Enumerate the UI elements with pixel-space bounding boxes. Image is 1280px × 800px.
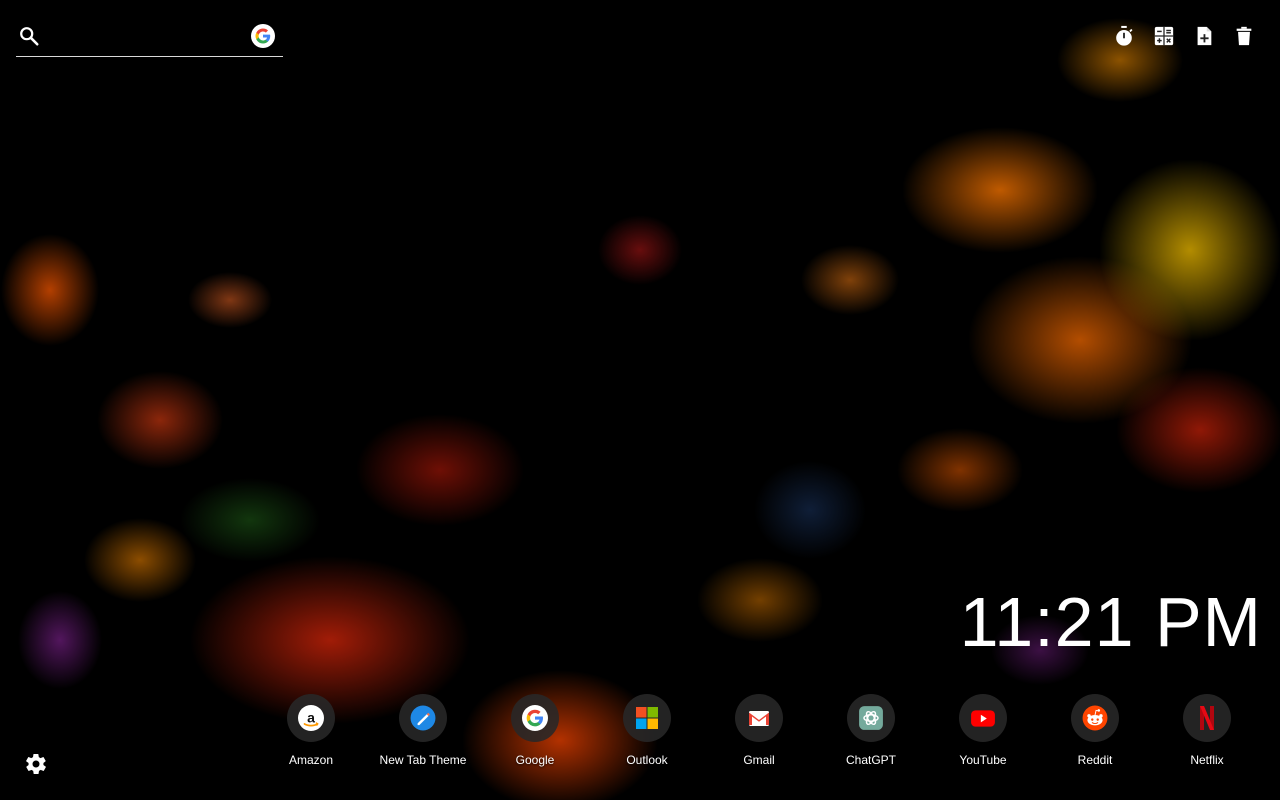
- shortcut-icon-container: [1183, 694, 1231, 742]
- search-bar[interactable]: [16, 20, 283, 57]
- shortcut-label: New Tab Theme: [379, 753, 467, 767]
- shortcut-label: Google: [515, 753, 555, 767]
- gear-icon: [26, 754, 46, 774]
- wallpaper-background: [0, 0, 1280, 800]
- settings-button[interactable]: [24, 752, 48, 776]
- shortcut-icon-container: [399, 694, 447, 742]
- shortcut-icon-container: [1071, 694, 1119, 742]
- shortcut-new-tab-theme[interactable]: New Tab Theme: [367, 694, 479, 767]
- netflix-icon: [1200, 706, 1214, 730]
- shortcut-label: Gmail: [743, 753, 775, 767]
- shortcut-icon-container: [623, 694, 671, 742]
- google-icon: [526, 709, 543, 727]
- google-icon: [255, 28, 271, 44]
- add-note-button[interactable]: [1192, 24, 1216, 48]
- add-note-icon: [1197, 26, 1212, 46]
- clock-time: 11:21 PM: [959, 583, 1262, 661]
- shortcut-label: Outlook: [626, 753, 668, 767]
- shortcut-reddit[interactable]: Reddit: [1039, 694, 1151, 767]
- google-icon-background: [522, 705, 548, 731]
- stopwatch-icon: [1116, 25, 1133, 46]
- amazon-icon: a: [298, 705, 324, 731]
- search-input[interactable]: [50, 24, 250, 52]
- search-icon[interactable]: [18, 25, 40, 47]
- calculator-button[interactable]: [1152, 24, 1176, 48]
- shortcut-gmail[interactable]: Gmail: [703, 694, 815, 767]
- microsoft-icon: [636, 707, 658, 729]
- calculator-icon: [1154, 26, 1174, 46]
- shortcut-label: Reddit: [1077, 753, 1113, 767]
- svg-text:a: a: [307, 709, 315, 725]
- trash-button[interactable]: [1232, 24, 1256, 48]
- tools-toolbar: [1112, 24, 1256, 48]
- shortcut-label: Amazon: [288, 753, 334, 767]
- trash-icon: [1236, 26, 1252, 46]
- shortcut-youtube[interactable]: YouTube: [927, 694, 1039, 767]
- reddit-icon: [1082, 705, 1108, 731]
- youtube-icon: [971, 710, 995, 727]
- shortcut-amazon[interactable]: a Amazon: [255, 694, 367, 767]
- stopwatch-button[interactable]: [1112, 24, 1136, 48]
- shortcut-outlook[interactable]: Outlook: [591, 694, 703, 767]
- shortcut-google[interactable]: Google: [479, 694, 591, 767]
- google-search-engine-icon[interactable]: [251, 24, 275, 48]
- shortcut-icon-container: a: [287, 694, 335, 742]
- shortcut-label: Netflix: [1190, 753, 1224, 767]
- shortcut-icon-container: [735, 694, 783, 742]
- gmail-icon: [749, 711, 769, 726]
- chatgpt-icon: [859, 706, 883, 730]
- shortcut-icon-container: [511, 694, 559, 742]
- shortcut-icon-container: [847, 694, 895, 742]
- shortcut-label: ChatGPT: [845, 753, 896, 767]
- new-tab-theme-icon: [410, 705, 436, 731]
- shortcut-chatgpt[interactable]: ChatGPT: [815, 694, 927, 767]
- shortcut-netflix[interactable]: Netflix: [1151, 694, 1263, 767]
- shortcut-icon-container: [959, 694, 1007, 742]
- shortcut-label: YouTube: [959, 753, 1007, 767]
